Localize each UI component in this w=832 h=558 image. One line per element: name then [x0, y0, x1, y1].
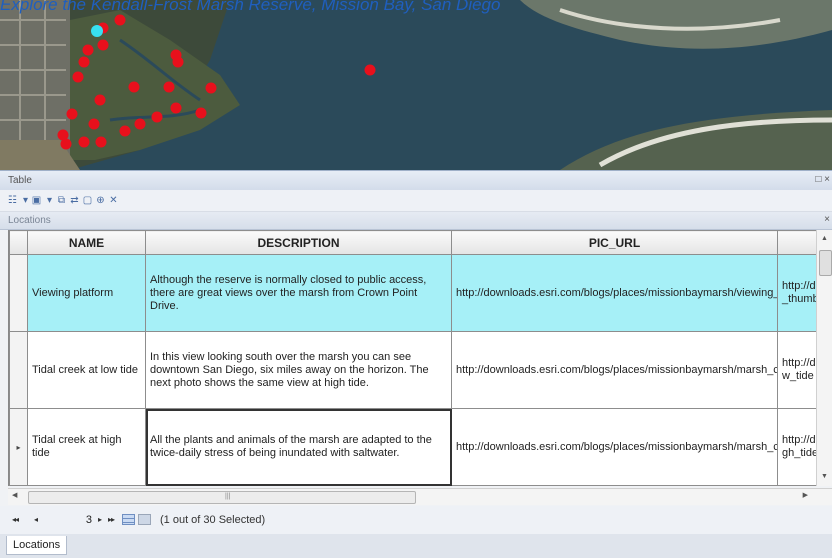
- column-header-extra[interactable]: [777, 230, 817, 255]
- scroll-down-arrow-icon[interactable]: ▼: [817, 470, 832, 484]
- cell-pic-url[interactable]: http://downloads.esri.com/blogs/places/m…: [451, 331, 778, 409]
- location-marker[interactable]: [195, 107, 207, 119]
- location-marker[interactable]: [60, 138, 72, 150]
- selected-location-marker[interactable]: [91, 25, 103, 37]
- related-tables-icon[interactable]: ▣: [30, 194, 43, 207]
- horizontal-scrollbar[interactable]: ◀ ||| ▶: [8, 488, 832, 505]
- location-marker[interactable]: [114, 14, 126, 26]
- window-controls[interactable]: □ ×: [815, 174, 830, 185]
- scroll-left-arrow-icon[interactable]: ◀: [12, 491, 17, 499]
- table-options-icon[interactable]: ☷: [6, 194, 19, 207]
- scroll-up-arrow-icon[interactable]: ▲: [817, 232, 832, 246]
- first-record-button[interactable]: ◂◂: [12, 515, 19, 524]
- cell-description[interactable]: In this view looking south over the mars…: [145, 331, 452, 409]
- scroll-thumb[interactable]: [819, 250, 832, 276]
- horizontal-scroll-thumb[interactable]: |||: [28, 491, 416, 504]
- column-header-name[interactable]: NAME: [27, 230, 146, 255]
- vertical-scrollbar[interactable]: ▲ ▼: [816, 230, 832, 486]
- location-marker[interactable]: [364, 64, 376, 76]
- previous-record-button[interactable]: ◂: [34, 515, 38, 524]
- location-marker[interactable]: [95, 136, 107, 148]
- map-view[interactable]: Explore the Kendall-Frost Marsh Reserve,…: [0, 0, 832, 170]
- cell-extra[interactable]: http://d gh_tide: [777, 408, 817, 486]
- location-marker[interactable]: [72, 71, 84, 83]
- table-header-row: NAME DESCRIPTION PIC_URL: [9, 230, 817, 255]
- location-marker[interactable]: [170, 102, 182, 114]
- select-by-attributes-icon[interactable]: ⧉: [55, 194, 68, 207]
- location-marker[interactable]: [82, 44, 94, 56]
- location-marker[interactable]: [119, 125, 131, 137]
- table-tab-header: Locations ×: [0, 212, 832, 230]
- zoom-to-selected-icon[interactable]: ⊕: [94, 194, 107, 207]
- table-window-title-bar: Table □ ×: [0, 170, 832, 190]
- scroll-right-arrow-icon[interactable]: ▶: [803, 491, 808, 499]
- show-all-records-icon[interactable]: [122, 514, 135, 525]
- attribute-table[interactable]: NAME DESCRIPTION PIC_URL Viewing platfor…: [8, 230, 817, 486]
- location-marker[interactable]: [94, 94, 106, 106]
- grip-icon: |||: [225, 493, 231, 500]
- table-toolbar: ☷ ▾ ▣ ▾ ⧉ ⇄ ▢ ⊕ ✕: [0, 190, 832, 212]
- location-marker[interactable]: [205, 82, 217, 94]
- delete-selected-icon[interactable]: ✕: [107, 194, 120, 207]
- location-marker[interactable]: [163, 81, 175, 93]
- location-markers[interactable]: [0, 0, 832, 170]
- column-header-pic-url[interactable]: PIC_URL: [451, 230, 778, 255]
- cell-pic-url[interactable]: http://downloads.esri.com/blogs/places/m…: [451, 254, 778, 332]
- bottom-tab-bar: Locations: [0, 534, 832, 558]
- location-marker[interactable]: [97, 39, 109, 51]
- table-window-title: Table: [8, 175, 32, 186]
- next-record-button[interactable]: ▸: [98, 515, 102, 524]
- row-selector[interactable]: ▸: [9, 408, 28, 486]
- cell-description[interactable]: Although the reserve is normally closed …: [145, 254, 452, 332]
- column-header-description[interactable]: DESCRIPTION: [145, 230, 452, 255]
- cell-extra[interactable]: http://d _thumb: [777, 254, 817, 332]
- table-row[interactable]: Tidal creek at low tide In this view look…: [9, 331, 817, 409]
- cell-name[interactable]: Viewing platform: [27, 254, 146, 332]
- table-row[interactable]: Viewing platform Although the reserve is …: [9, 254, 817, 332]
- table-tab-title: Locations: [8, 215, 51, 226]
- location-marker[interactable]: [151, 111, 163, 123]
- cell-name[interactable]: Tidal creek at high tide: [27, 408, 146, 486]
- record-navigation-bar: ◂◂ ◂ 3 ▸ ▸▸ (1 out of 30 Selected): [0, 506, 832, 534]
- current-record-field[interactable]: 3: [70, 514, 92, 527]
- cell-name[interactable]: Tidal creek at low tide: [27, 331, 146, 409]
- location-marker[interactable]: [88, 118, 100, 130]
- switch-selection-icon[interactable]: ⇄: [68, 194, 81, 207]
- location-marker[interactable]: [128, 81, 140, 93]
- location-marker[interactable]: [78, 56, 90, 68]
- table-row[interactable]: ▸ Tidal creek at high tide All the plants …: [9, 408, 817, 486]
- cell-pic-url[interactable]: http://downloads.esri.com/blogs/places/m…: [451, 408, 778, 486]
- select-all-cell[interactable]: [9, 230, 28, 255]
- close-icon[interactable]: ×: [824, 214, 830, 225]
- location-marker[interactable]: [172, 56, 184, 68]
- last-record-button[interactable]: ▸▸: [108, 515, 115, 524]
- arcmap-window: Explore the Kendall-Frost Marsh Reserve,…: [0, 0, 832, 558]
- show-selected-records-icon[interactable]: [138, 514, 151, 525]
- cell-description[interactable]: All the plants and animals of the marsh …: [145, 408, 452, 486]
- cell-extra[interactable]: http://d w_tide: [777, 331, 817, 409]
- tab-locations[interactable]: Locations: [6, 536, 68, 555]
- location-marker[interactable]: [78, 136, 90, 148]
- row-selector[interactable]: [9, 254, 28, 332]
- row-selector[interactable]: [9, 331, 28, 409]
- location-marker[interactable]: [66, 108, 78, 120]
- location-marker[interactable]: [134, 118, 146, 130]
- clear-selection-icon[interactable]: ▢: [81, 194, 94, 207]
- selection-status: (1 out of 30 Selected): [160, 514, 266, 526]
